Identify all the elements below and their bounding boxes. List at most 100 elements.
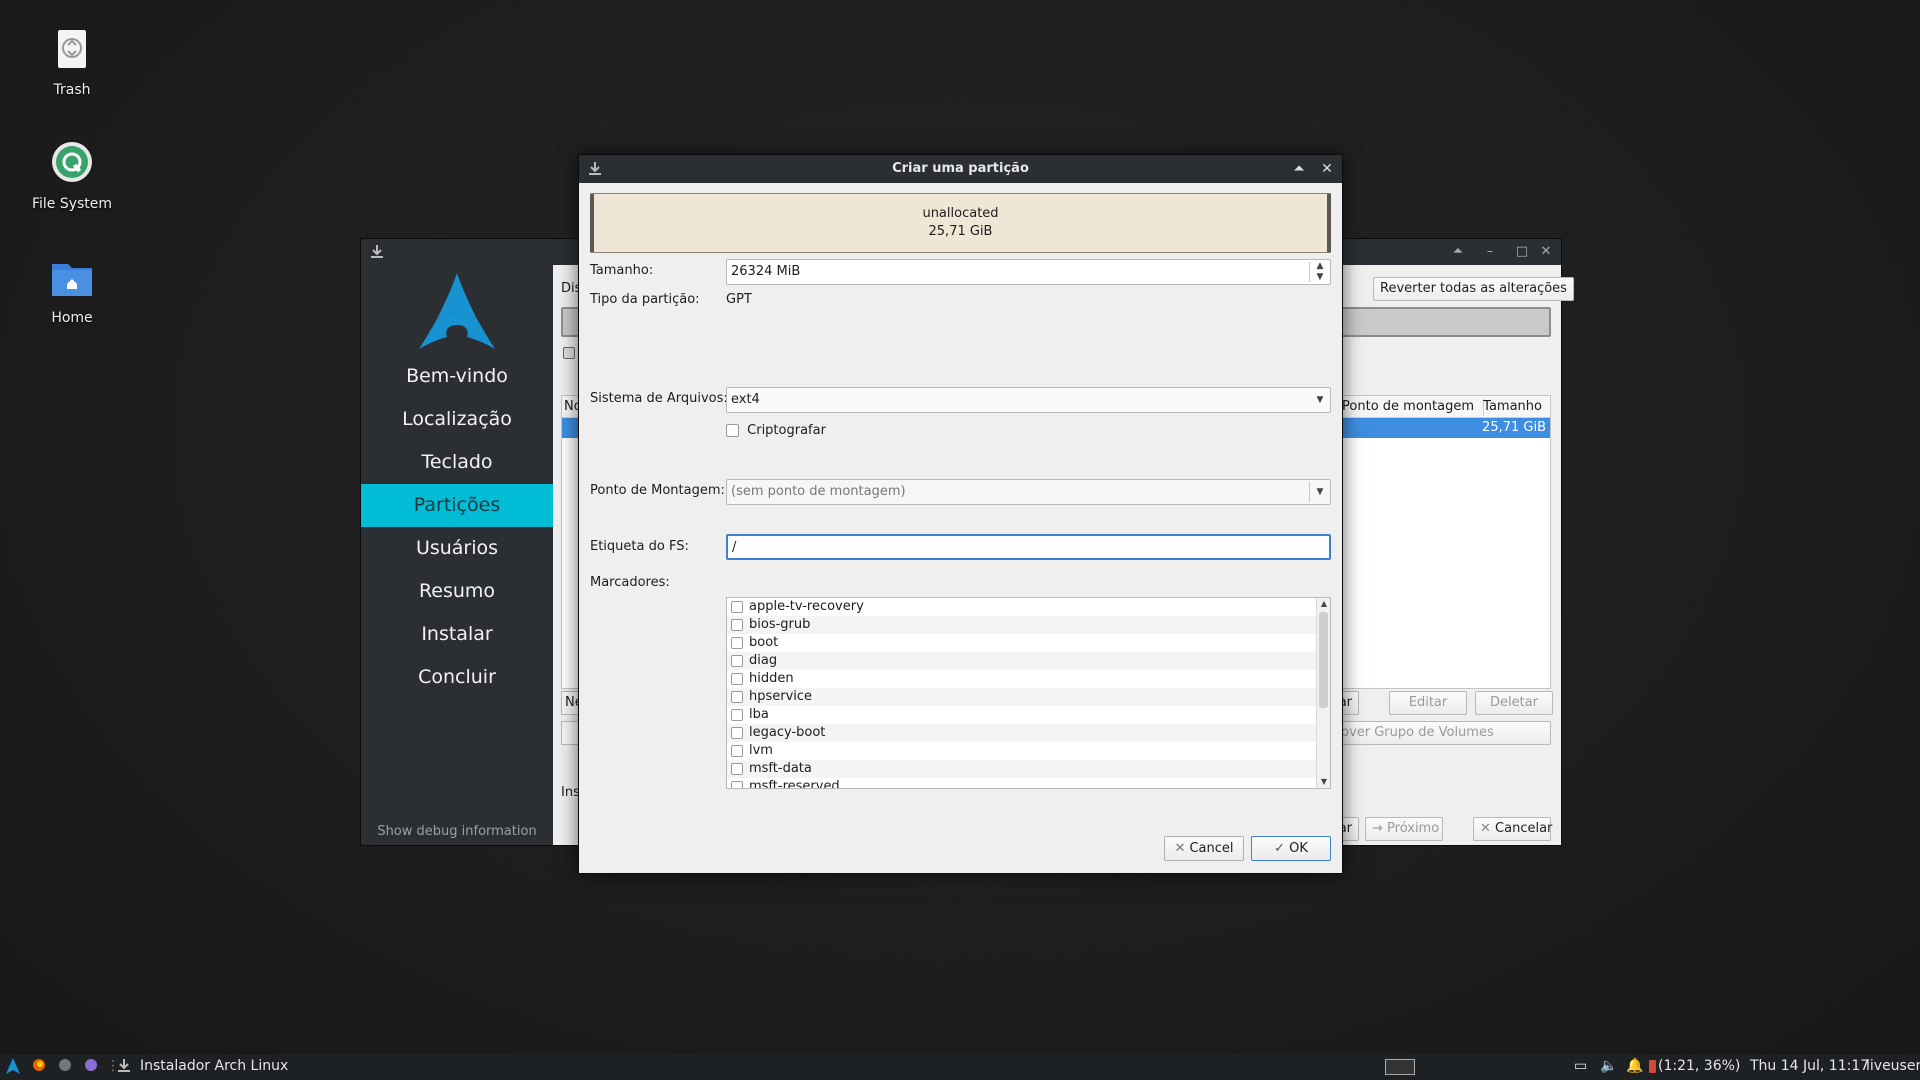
dialog-titlebar: Criar uma partição ⏶ ✕ [579, 155, 1342, 183]
scrollbar-thumb[interactable] [1319, 612, 1328, 708]
sidebar-item-bem-vindo: Bem-vindo [406, 365, 508, 387]
installer-taskbar-icon[interactable] [116, 1058, 132, 1078]
keep-above-icon[interactable]: ⏶ [1449, 243, 1467, 261]
fs-label-value: / [732, 540, 737, 555]
row-size: 25,71 GiB [1482, 420, 1546, 435]
close-icon: ✕ [1480, 821, 1496, 836]
trash-icon [48, 26, 96, 74]
sidebar-item-teclado: Teclado [421, 451, 493, 473]
check-icon: ✓ [1274, 841, 1290, 856]
arch-menu-icon[interactable] [6, 1058, 20, 1078]
edit-button[interactable]: Editar [1389, 691, 1467, 715]
taskbar-app-label[interactable]: Instalador Arch Linux [140, 1058, 288, 1074]
close-icon: ✕ [1174, 841, 1190, 856]
close-icon[interactable]: ✕ [1318, 160, 1336, 178]
revert-all-button[interactable]: Reverter todas as alterações [1373, 277, 1574, 301]
list-item[interactable]: msft-data [727, 760, 1317, 778]
flag-checkbox[interactable] [731, 600, 743, 613]
fs-label-label: Etiqueta do FS: [590, 539, 689, 554]
list-item[interactable]: hidden [727, 670, 1317, 688]
fs-label-input[interactable]: / [726, 534, 1331, 560]
partition-type-value: GPT [726, 292, 752, 307]
sidebar-item-particoes: Partições [361, 484, 553, 527]
list-item[interactable]: boot [727, 634, 1317, 652]
option-radio[interactable] [563, 347, 575, 359]
encrypt-label: Criptografar [747, 423, 826, 438]
desktop-icon-label: Trash [53, 82, 91, 98]
desktop-icon-home[interactable]: Home [12, 254, 132, 326]
display-icon[interactable]: ▭ [1574, 1058, 1587, 1074]
partition-bar: unallocated 25,71 GiB [590, 193, 1331, 253]
filesystem-label: Sistema de Arquivos: [590, 391, 728, 406]
spin-arrows-icon[interactable]: ▲ ▼ [1310, 260, 1330, 284]
mount-point-combobox[interactable]: (sem ponto de montagem) ▼ [726, 479, 1331, 505]
dialog-title: Criar uma partição [892, 161, 1029, 176]
drive-icon [48, 140, 96, 188]
create-partition-dialog: Criar uma partição ⏶ ✕ unallocated 25,71… [578, 154, 1343, 874]
size-value: 26324 MiB [731, 264, 801, 279]
sidebar-item-resumo: Resumo [418, 580, 496, 602]
cancel-install-button[interactable]: ✕ Cancelar [1473, 817, 1552, 841]
delete-button[interactable]: Deletar [1475, 691, 1553, 715]
flag-checkbox[interactable] [731, 654, 743, 667]
cancel-button[interactable]: ✕ Cancel [1164, 836, 1244, 861]
chevron-down-icon[interactable]: ▼ [1310, 480, 1330, 504]
firefox-icon[interactable] [32, 1058, 46, 1076]
window-switcher-icon[interactable] [1385, 1059, 1415, 1075]
keep-above-icon[interactable]: ⏶ [1290, 160, 1308, 178]
encrypt-checkbox-row[interactable]: Criptografar [726, 423, 826, 438]
user-name[interactable]: liveuser [1866, 1058, 1920, 1074]
sidebar-item-instalar: Instalar [421, 623, 493, 645]
scroll-up-icon[interactable]: ▲ [1317, 598, 1331, 610]
close-icon[interactable]: ✕ [1537, 243, 1555, 261]
desktop-icon-trash[interactable]: Trash [12, 26, 132, 98]
list-item[interactable]: msft-reserved [727, 778, 1317, 788]
list-item[interactable]: lvm [727, 742, 1317, 760]
home-folder-icon [48, 254, 96, 302]
flag-checkbox[interactable] [731, 690, 743, 703]
flags-label: Marcadores: [590, 575, 670, 590]
app-icon[interactable] [84, 1058, 98, 1076]
flags-list: apple-tv-recovery bios-grub boot diag hi… [726, 597, 1331, 789]
filesystem-select[interactable]: ext4 ▼ [726, 387, 1331, 413]
arrow-right-icon: → [1372, 821, 1388, 836]
flag-checkbox[interactable] [731, 744, 743, 757]
desktop-icon-file-system[interactable]: File System [12, 140, 132, 212]
flag-checkbox[interactable] [731, 762, 743, 775]
flag-checkbox[interactable] [731, 618, 743, 631]
maximize-icon[interactable]: □ [1513, 243, 1531, 261]
list-item[interactable]: bios-grub [727, 616, 1317, 634]
flags-viewport: apple-tv-recovery bios-grub boot diag hi… [727, 598, 1330, 788]
list-item[interactable]: lba [727, 706, 1317, 724]
chevron-down-icon: ▼ [1316, 395, 1324, 405]
sidebar-nav: Bem-vindo Localização Teclado Partições … [361, 355, 553, 699]
flag-checkbox[interactable] [731, 636, 743, 649]
minimize-icon[interactable]: – [1481, 243, 1499, 261]
flags-scrollbar[interactable]: ▲ ▼ [1316, 598, 1330, 788]
battery-icon[interactable] [1649, 1060, 1656, 1073]
desktop-icon-label: File System [31, 196, 113, 212]
flag-checkbox[interactable] [731, 726, 743, 739]
list-item[interactable]: apple-tv-recovery [727, 598, 1317, 616]
size-spinbox[interactable]: 26324 MiB ▲ ▼ [726, 259, 1331, 285]
show-debug-link[interactable]: Show debug information [361, 824, 553, 839]
installer-app-icon [369, 244, 385, 260]
next-button[interactable]: → Próximo [1365, 817, 1443, 841]
col-header-size[interactable]: Tamanho [1483, 399, 1542, 414]
list-item[interactable]: hpservice [727, 688, 1317, 706]
ok-button[interactable]: ✓ OK [1251, 836, 1331, 861]
battery-status[interactable]: (1:21, 36%) [1658, 1058, 1740, 1074]
volume-icon[interactable]: 🔈 [1600, 1058, 1617, 1074]
clock[interactable]: Thu 14 Jul, 11:17 [1750, 1058, 1869, 1074]
flag-checkbox[interactable] [731, 708, 743, 721]
col-header-mount[interactable]: Ponto de montagem [1342, 399, 1474, 414]
app-icon[interactable] [58, 1058, 72, 1076]
list-item[interactable]: legacy-boot [727, 724, 1317, 742]
list-item[interactable]: diag [727, 652, 1317, 670]
flag-checkbox[interactable] [731, 672, 743, 685]
notification-bell-icon[interactable]: 🔔 [1626, 1058, 1643, 1074]
scroll-down-icon[interactable]: ▼ [1317, 776, 1331, 788]
flag-checkbox[interactable] [731, 780, 743, 788]
mount-point-placeholder: (sem ponto de montagem) [731, 484, 906, 499]
encrypt-checkbox[interactable] [726, 424, 739, 437]
